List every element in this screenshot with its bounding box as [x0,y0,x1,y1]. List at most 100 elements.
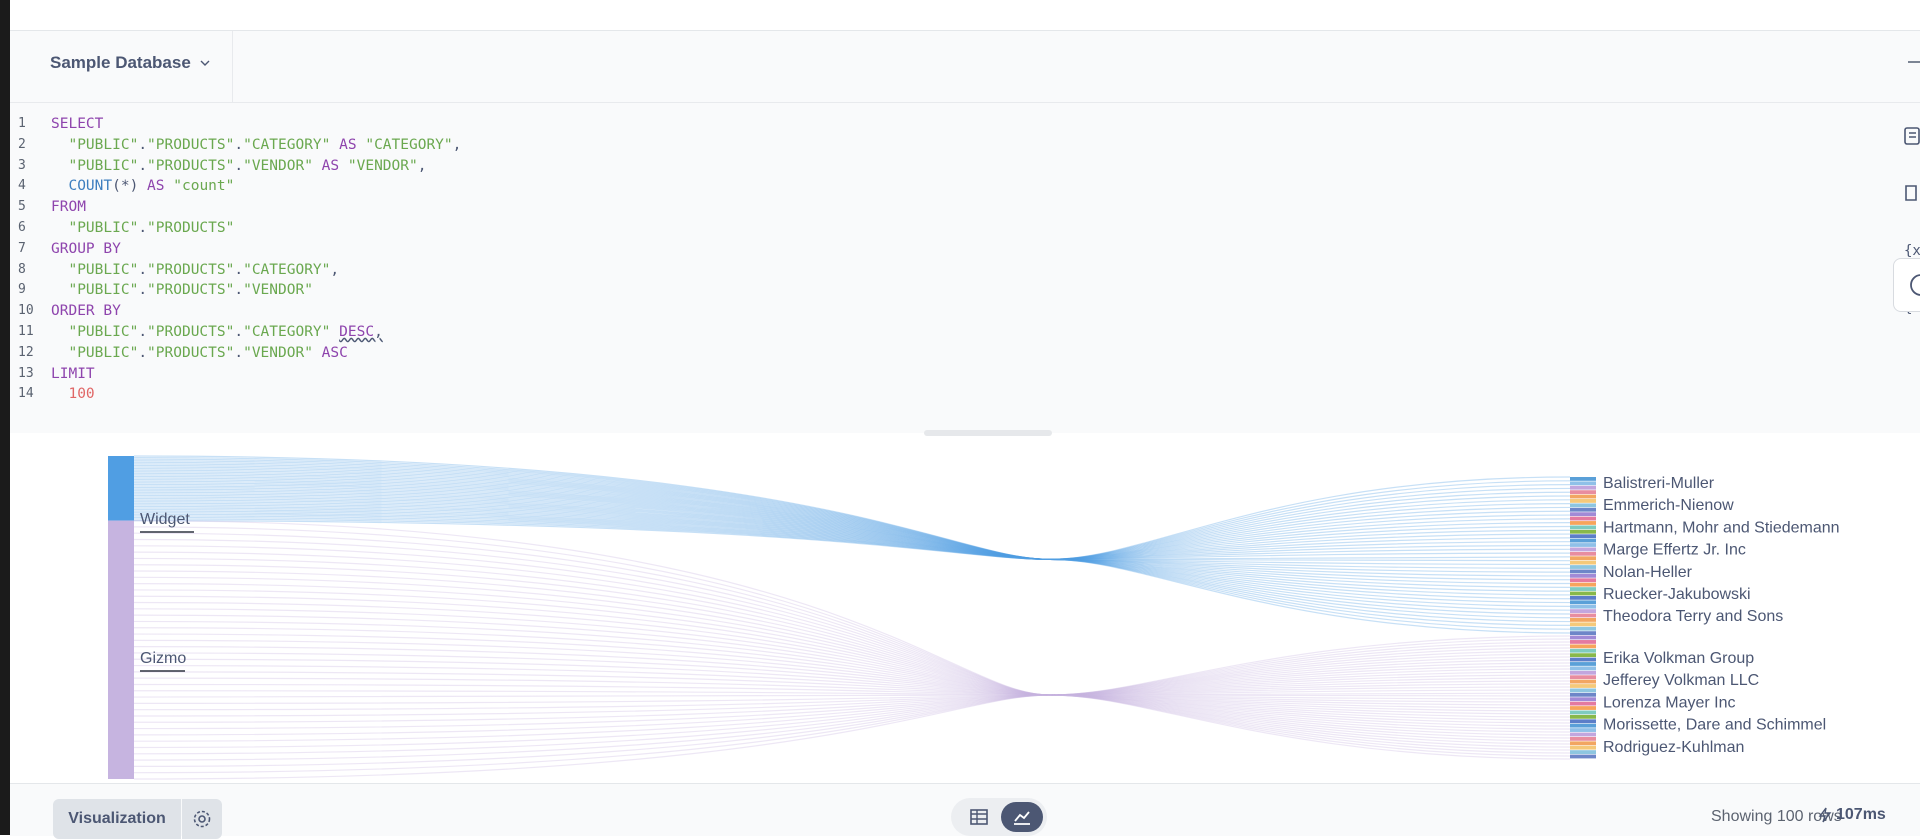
sql-editor[interactable]: 1 SELECT 2 "PUBLIC"."PRODUCTS"."CATEGORY" … [10,103,1920,433]
sankey-target-node[interactable] [1570,714,1596,719]
sankey-target-node[interactable] [1570,675,1596,680]
sankey-target-node[interactable] [1570,662,1596,666]
sankey-target-node[interactable] [1570,679,1596,684]
sankey-target-node[interactable] [1570,723,1596,728]
sankey-target-node[interactable] [1570,477,1596,481]
sankey-target-node[interactable] [1570,512,1596,517]
sankey-target-node[interactable] [1570,635,1596,640]
sankey-target-node[interactable] [1570,573,1596,578]
sankey-target-node[interactable] [1570,503,1596,508]
variables-icon[interactable]: {x [1904,241,1920,259]
sankey-target-node[interactable] [1570,648,1596,653]
code-token: . [138,136,148,153]
sankey-links [133,455,1571,780]
sankey-target-node[interactable] [1570,600,1596,605]
sankey-target-node[interactable] [1570,750,1596,754]
sankey-target-node[interactable] [1570,644,1596,649]
sankey-target-node[interactable] [1570,728,1596,732]
sankey-target-node[interactable] [1570,529,1596,534]
collapse-icon[interactable] [1908,61,1920,75]
sankey-target-node[interactable] [1570,706,1596,710]
sankey-target-node[interactable] [1570,525,1596,530]
table-view-toggle[interactable] [959,802,999,832]
sankey-target-node[interactable] [1570,745,1596,750]
sankey-target-node[interactable] [1570,657,1596,662]
sankey-target-node[interactable] [1570,494,1596,499]
code-token: "PRODUCTS" [147,282,235,299]
sankey-target-node[interactable] [1570,666,1596,671]
viz-settings-button[interactable] [182,799,222,839]
code-token: "PRODUCTS" [147,261,235,278]
sankey-target-node[interactable] [1570,640,1596,644]
sankey-target-label: Erika Volkman Group [1603,650,1754,667]
code-token: "CATEGORY" [243,324,331,340]
visualization-button[interactable]: Visualization [53,799,181,839]
sankey-target-node[interactable] [1570,587,1596,591]
sankey-target-node[interactable] [1570,507,1596,512]
sankey-target-node[interactable] [1570,653,1596,658]
sankey-target-node[interactable] [1570,538,1596,543]
sankey-source-node[interactable] [108,520,134,779]
sankey-target-node[interactable] [1570,516,1596,521]
code-token: "PUBLIC" [68,136,139,153]
code-token: "CATEGORY" [365,136,453,153]
sankey-target-node[interactable] [1570,521,1596,525]
sankey-target-node[interactable] [1570,560,1596,565]
snippet-book-icon[interactable] [1904,184,1920,202]
sankey-target-node[interactable] [1570,591,1596,596]
sankey-target-node[interactable] [1570,595,1596,600]
code-token: . [234,261,244,278]
code-token: SELECT [51,116,104,132]
sankey-target-node[interactable] [1570,754,1596,759]
sankey-target-node[interactable] [1570,613,1596,618]
timing-value: 107ms [1836,806,1886,823]
code-text: COUNT(*) AS "count" [51,176,234,196]
sankey-target-node[interactable] [1570,481,1596,486]
sankey-target-node[interactable] [1570,499,1596,503]
code-text: ORDER BY [51,301,121,321]
sankey-target-node[interactable] [1570,701,1596,706]
code-token: "PRODUCTS" [147,157,235,174]
run-query-button[interactable] [1893,258,1920,312]
code-text: "PUBLIC"."PRODUCTS"."CATEGORY" DESC, [51,322,382,342]
sankey-target-node[interactable] [1570,631,1596,636]
sankey-target-node[interactable] [1570,684,1596,688]
line-number: 6 [18,220,26,235]
sankey-target-node[interactable] [1570,736,1596,741]
sankey-target-node[interactable] [1570,697,1596,702]
sankey-target-node[interactable] [1570,565,1596,569]
sankey-target-node[interactable] [1570,741,1596,746]
sankey-target-node[interactable] [1570,692,1596,697]
sankey-target-node[interactable] [1570,670,1596,675]
sankey-target-node[interactable] [1570,582,1596,587]
sankey-target-node[interactable] [1570,688,1596,693]
sankey-target-node[interactable] [1570,556,1596,561]
sankey-target-node[interactable] [1570,578,1596,583]
sankey-target-node[interactable] [1570,543,1596,547]
code-text: SELECT [51,114,103,134]
sankey-target-node[interactable] [1570,604,1596,609]
data-reference-icon[interactable] [1904,127,1920,145]
sankey-target-node[interactable] [1570,547,1596,552]
code-token: GROUP BY [51,240,121,257]
sankey-target-node[interactable] [1570,485,1596,490]
database-selector[interactable]: Sample Database [50,53,211,73]
sankey-target-node[interactable] [1570,609,1596,613]
sankey-target-node[interactable] [1570,569,1596,574]
sankey-target-node[interactable] [1570,710,1596,715]
sankey-target-node[interactable] [1570,719,1596,724]
sankey-target-node[interactable] [1570,732,1596,737]
sankey-target-node[interactable] [1570,551,1596,556]
chart-view-toggle[interactable] [1001,802,1043,832]
sankey-target-node[interactable] [1570,618,1596,622]
sankey-target-node[interactable] [1570,626,1596,631]
sankey-target-node[interactable] [1570,622,1596,627]
gear-icon [193,810,211,828]
sankey-source-node[interactable] [108,456,134,521]
sankey-target-node[interactable] [1570,490,1596,495]
sankey-target-node[interactable] [1570,534,1596,539]
